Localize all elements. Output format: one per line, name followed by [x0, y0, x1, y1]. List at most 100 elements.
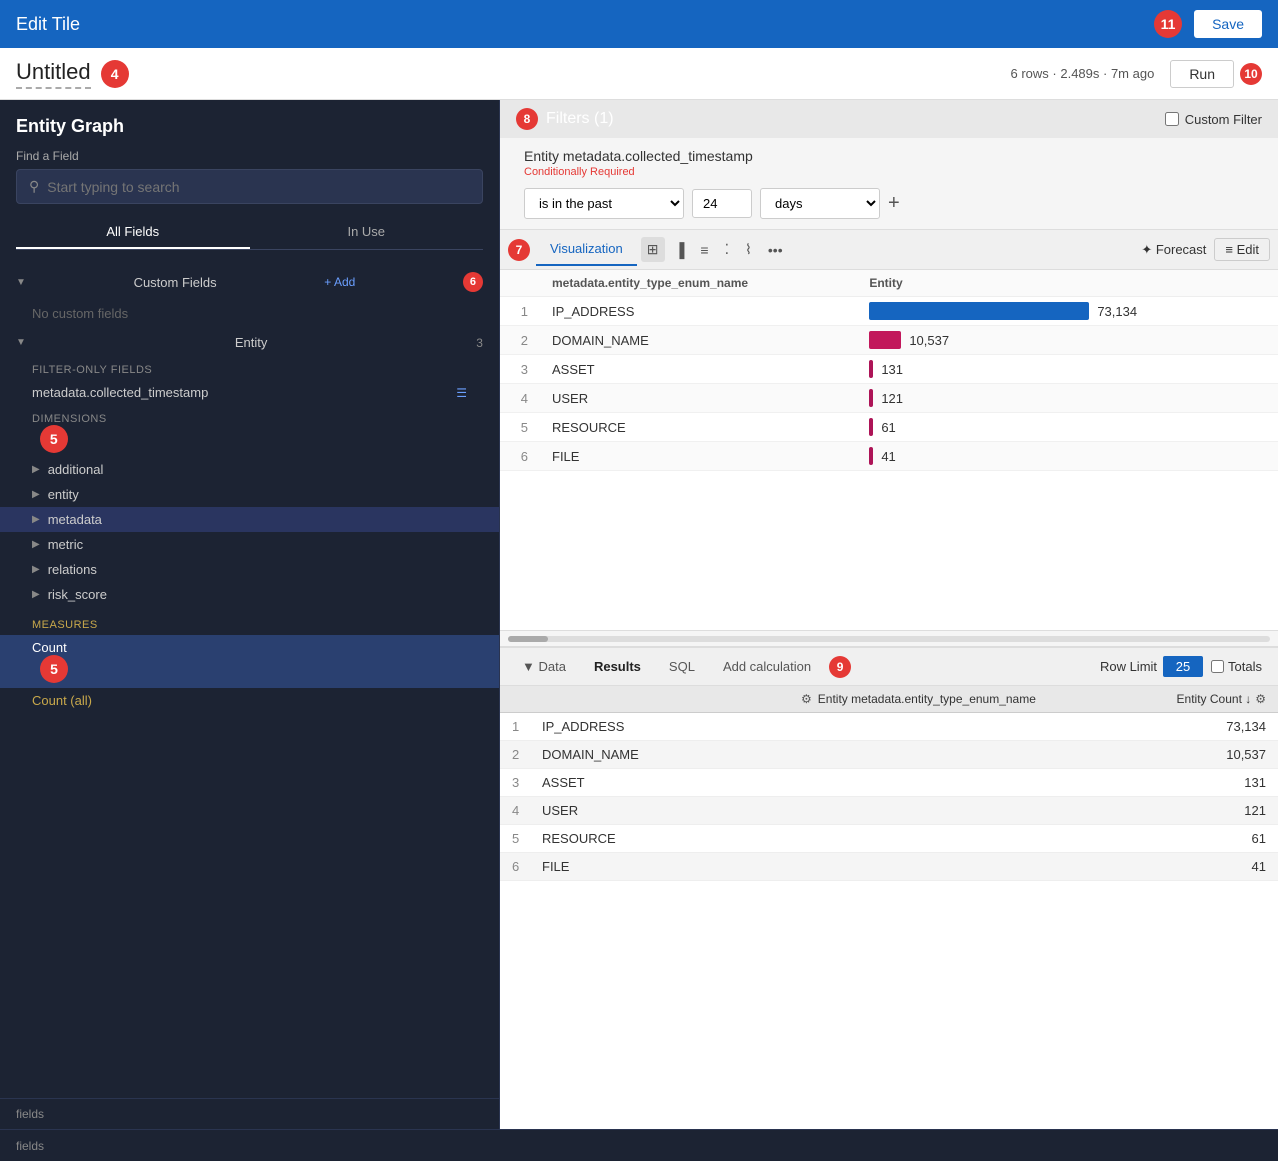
filter-add-button[interactable]: + — [888, 192, 900, 215]
dimension-relations[interactable]: ▶ relations — [0, 557, 499, 582]
run-button[interactable]: Run — [1170, 60, 1234, 88]
table-row: 5RESOURCE61 — [500, 825, 1278, 853]
custom-filter-checkbox[interactable] — [1165, 112, 1179, 126]
tab-all-fields[interactable]: All Fields — [16, 216, 250, 249]
filter-operator-select[interactable]: is in the past — [524, 188, 684, 219]
filters-title: Filters (1) — [546, 110, 614, 128]
dimension-risk-score[interactable]: ▶ risk_score — [0, 582, 499, 607]
viz-list-icon[interactable]: ≡ — [694, 237, 714, 262]
scroll-track — [508, 636, 1270, 642]
measure-count[interactable]: Count 5 — [0, 635, 499, 688]
title-right: 6 rows · 2.489s · 7m ago Run 10 — [1011, 60, 1262, 88]
run-button-wrap: Run 10 — [1170, 60, 1262, 88]
bottom-panel: ▼ Data Results SQL Add calculation 9 Row… — [500, 646, 1278, 881]
results-col-entity-name[interactable]: ⚙ Entity metadata.entity_type_enum_name — [789, 686, 1078, 712]
add-calculation-button[interactable]: Add calculation — [709, 653, 825, 680]
results-col-count[interactable]: Entity Count ↓ ⚙ — [1078, 686, 1278, 712]
tab-results[interactable]: Results — [580, 653, 655, 680]
chart-area: metadata.entity_type_enum_name Entity 1I… — [500, 270, 1278, 630]
col2-gear-icon: ⚙ — [1255, 692, 1266, 706]
chart-row-num: 5 — [500, 413, 540, 442]
tile-meta: 6 rows · 2.489s · 7m ago — [1011, 66, 1155, 81]
custom-fields-section[interactable]: ▼ Custom Fields + Add 6 — [0, 266, 499, 298]
viz-icons: ⊞ ▐ ≡ ⁚ ⌇ ••• — [641, 237, 789, 262]
tile-title[interactable]: Untitled — [16, 59, 91, 89]
result-row-name: ASSET — [530, 769, 1078, 796]
chart-row-name: RESOURCE — [540, 413, 857, 442]
chart-row-bar: 73,134 — [857, 297, 1278, 326]
result-row-name: IP_ADDRESS — [530, 713, 1078, 740]
dimension-entity[interactable]: ▶ entity — [0, 482, 499, 507]
table-row: 4USER121 — [500, 797, 1278, 825]
results-col-header-2: Entity Count ↓ — [1177, 692, 1252, 706]
chart-row-num: 2 — [500, 326, 540, 355]
chart-row-bar: 41 — [857, 442, 1278, 471]
row-limit-wrap: Row Limit — [1100, 656, 1203, 677]
fields-content: ▼ Custom Fields + Add 6 No custom fields… — [0, 258, 499, 1098]
badge-8: 8 — [516, 108, 538, 130]
no-custom-fields-label: No custom fields — [0, 298, 499, 329]
filter-unit-select[interactable]: days — [760, 188, 880, 219]
viz-scatter-icon[interactable]: ⁚ — [719, 237, 735, 262]
row-limit-label: Row Limit — [1100, 659, 1157, 674]
viz-table-icon[interactable]: ⊞ — [641, 237, 665, 262]
result-row-num: 1 — [500, 713, 530, 740]
badge-6: 6 — [463, 272, 483, 292]
scroll-area — [500, 630, 1278, 646]
footer-label: fields — [16, 1107, 44, 1121]
results-header: ⚙ Entity metadata.entity_type_enum_name … — [500, 686, 1278, 713]
tab-in-use[interactable]: In Use — [250, 216, 484, 249]
chart-row-name: IP_ADDRESS — [540, 297, 857, 326]
dimension-metadata[interactable]: ▶ metadata — [0, 507, 499, 532]
main-layout: Entity Graph Find a Field ⚲ All Fields I… — [0, 100, 1278, 1129]
search-input[interactable] — [47, 179, 470, 195]
chart-row-num: 1 — [500, 297, 540, 326]
scroll-thumb — [508, 636, 548, 642]
dimension-risk-score-label: risk_score — [48, 587, 107, 602]
left-panel: Entity Graph Find a Field ⚲ All Fields I… — [0, 100, 500, 1129]
filter-field-timestamp[interactable]: metadata.collected_timestamp ☰ — [0, 380, 499, 405]
viz-more-icon[interactable]: ••• — [762, 237, 789, 262]
filters-bar: 8 Filters (1) Custom Filter — [500, 100, 1278, 138]
badge-4: 4 — [101, 60, 129, 88]
left-panel-header: Entity Graph Find a Field ⚲ All Fields I… — [0, 100, 499, 258]
dimension-relations-label: relations — [48, 562, 97, 577]
filter-value-input[interactable] — [692, 189, 752, 218]
row-limit-input[interactable] — [1163, 656, 1203, 677]
entity-graph-title: Entity Graph — [16, 116, 483, 137]
edit-button[interactable]: ≡ Edit — [1214, 238, 1270, 261]
save-button[interactable]: Save — [1194, 10, 1262, 38]
custom-fields-add-button[interactable]: + Add — [324, 275, 355, 289]
totals-checkbox[interactable] — [1211, 660, 1224, 673]
viz-right: ✦ Forecast ≡ Edit — [1141, 238, 1270, 261]
risk-score-arrow: ▶ — [32, 589, 40, 600]
result-row-num: 3 — [500, 769, 530, 796]
dimension-additional[interactable]: ▶ additional — [0, 457, 499, 482]
result-row-name: FILE — [530, 853, 1078, 880]
table-row: 6FILE41 — [500, 853, 1278, 881]
forecast-button[interactable]: ✦ Forecast — [1141, 242, 1206, 258]
entity-count: 3 — [476, 336, 483, 350]
dimension-additional-label: additional — [48, 462, 104, 477]
tab-visualization[interactable]: Visualization — [536, 233, 637, 266]
viz-bar-icon[interactable]: ▐ — [669, 237, 691, 262]
chart-col-header-1 — [500, 270, 540, 297]
viz-line-icon[interactable]: ⌇ — [739, 237, 758, 262]
tab-data[interactable]: ▼ Data — [508, 653, 580, 680]
search-box: ⚲ — [16, 169, 483, 204]
measure-count-label: Count — [32, 640, 67, 655]
tab-sql[interactable]: SQL — [655, 653, 709, 680]
result-row-name: RESOURCE — [530, 825, 1078, 852]
metric-arrow: ▶ — [32, 539, 40, 550]
relations-arrow: ▶ — [32, 564, 40, 575]
table-row: 1IP_ADDRESS73,134 — [500, 713, 1278, 741]
measure-count-all[interactable]: Count (all) — [0, 688, 499, 713]
filter-only-label: FILTER-ONLY FIELDS — [0, 356, 499, 380]
left-panel-footer: fields — [0, 1098, 499, 1129]
badge-5b: 5 — [40, 655, 68, 683]
chart-row-bar: 61 — [857, 413, 1278, 442]
entity-section[interactable]: ▼ Entity 3 — [0, 329, 499, 356]
title-bar: Untitled 4 6 rows · 2.489s · 7m ago Run … — [0, 48, 1278, 100]
dimension-metric[interactable]: ▶ metric — [0, 532, 499, 557]
filter-detail: Entity metadata.collected_timestamp Cond… — [500, 138, 1278, 230]
